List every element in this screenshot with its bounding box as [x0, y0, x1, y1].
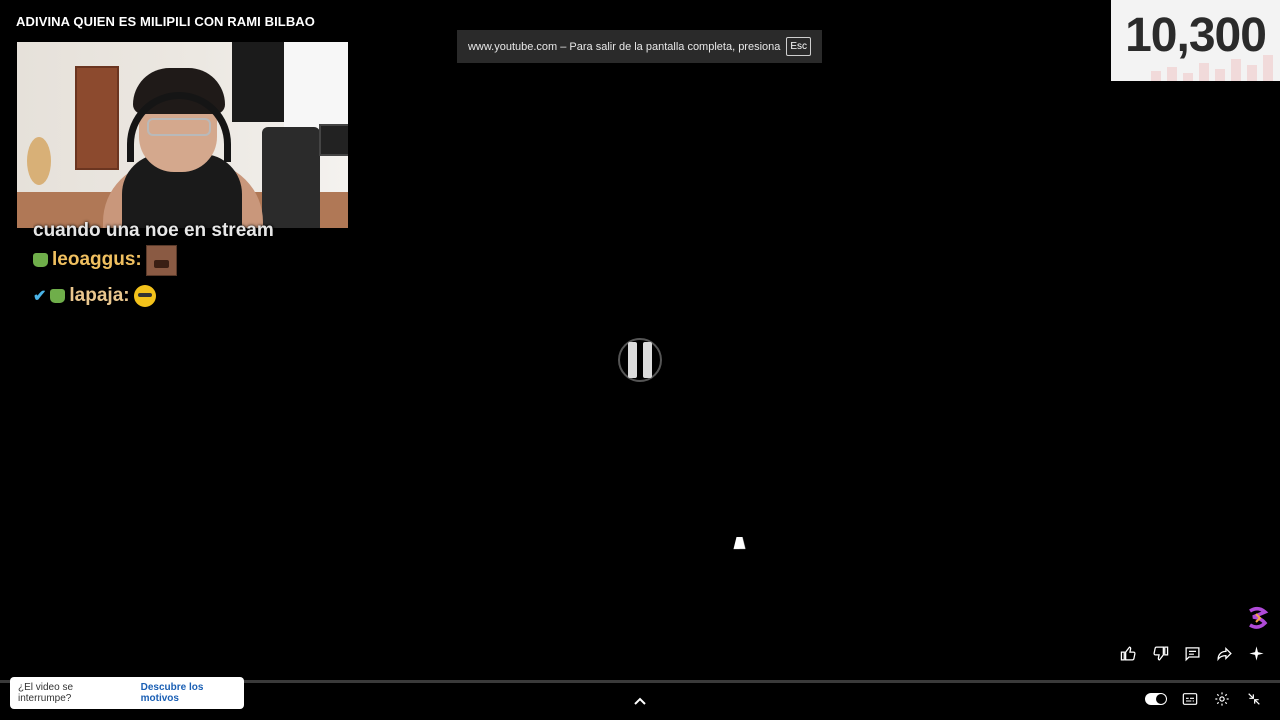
thumb-down-icon: [1152, 645, 1168, 661]
chat-username: leoaggus:: [52, 249, 142, 270]
share-button[interactable]: [1214, 640, 1234, 666]
share-icon: [1216, 646, 1232, 661]
chat-overlay: cuando una noe en stream leoaggus: ✔ lap…: [33, 218, 353, 314]
esc-key: Esc: [786, 37, 812, 56]
thumb-up-icon: [1120, 645, 1136, 661]
yellow-emote-icon: [133, 285, 156, 307]
subscriber-counter: 10,300: [1111, 0, 1280, 81]
comment-icon: [1184, 646, 1200, 661]
fullscreen-notice-text: www.youtube.com – Para salir de la panta…: [467, 40, 781, 53]
fullscreen-notice: www.youtube.com – Para salir de la panta…: [457, 30, 822, 63]
player-controls-right: [1145, 690, 1263, 708]
comments-button[interactable]: [1182, 640, 1202, 666]
interrupt-question: ¿El video se interrumpe?: [18, 682, 74, 704]
like-button[interactable]: [1118, 640, 1138, 666]
action-bar: [1118, 640, 1266, 666]
chat-message-text: cuando una noe en stream: [33, 220, 274, 241]
mouse-cursor: [733, 537, 749, 549]
counter-value: 10,300: [1125, 9, 1267, 62]
webcam-overlay: [17, 42, 348, 228]
sword-badge-icon: ✔: [33, 288, 47, 305]
exit-fullscreen-icon: [1248, 693, 1260, 705]
settings-button[interactable]: [1213, 690, 1231, 708]
exit-fullscreen-button[interactable]: [1245, 690, 1263, 708]
video-title[interactable]: ADIVINA QUIEN ES MILIPILI CON RAMI BILBA…: [16, 14, 315, 29]
interrupt-link[interactable]: Descubre los motivos: [141, 682, 244, 704]
channel-logo-icon[interactable]: [1246, 606, 1270, 630]
dislike-button[interactable]: [1150, 640, 1170, 666]
chat-message: ✔ lapaja:: [33, 278, 353, 314]
subtitles-button[interactable]: [1181, 690, 1199, 708]
chat-message: leoaggus:: [33, 242, 353, 278]
chat-username: lapaja:: [69, 285, 130, 306]
gear-icon: [1215, 692, 1229, 706]
sparkle-icon: [1248, 645, 1264, 661]
pause-icon[interactable]: [618, 338, 662, 382]
autoplay-toggle[interactable]: [1145, 693, 1167, 705]
ask-button[interactable]: [1246, 640, 1266, 666]
chat-partial-line: cuando una noe en stream: [33, 218, 353, 242]
bag-badge-icon: [50, 289, 66, 303]
bag-badge-icon: [33, 253, 48, 267]
face-emote-icon: [145, 244, 177, 276]
chevron-up-icon[interactable]: [632, 694, 648, 708]
subtitles-icon: [1182, 693, 1198, 705]
interrupt-notice: ¿El video se interrumpe? Descubre los mo…: [10, 677, 244, 709]
